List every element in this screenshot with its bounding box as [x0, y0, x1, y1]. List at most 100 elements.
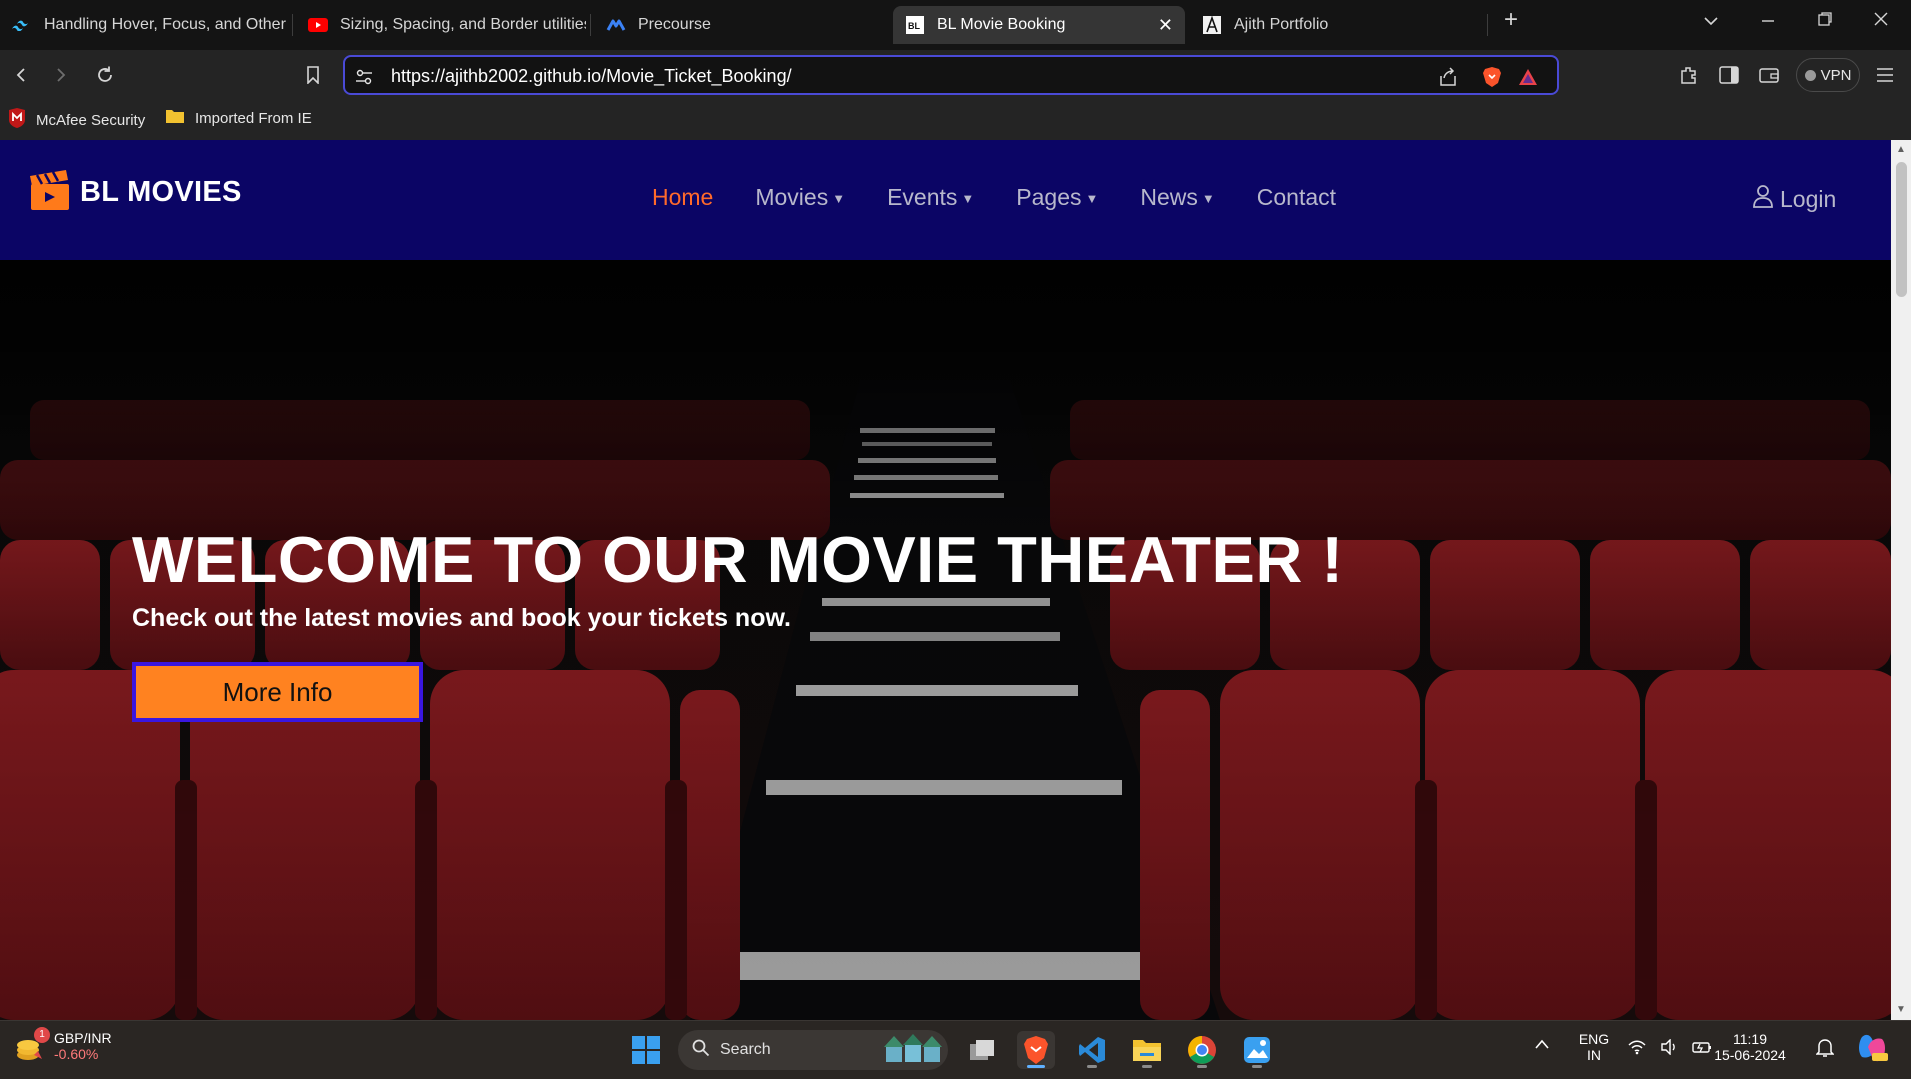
share-icon[interactable]	[1437, 66, 1459, 88]
bookmark-imported-from-ie[interactable]: Imported From IE	[165, 108, 312, 128]
nav-events[interactable]: Events ▼	[887, 184, 974, 211]
close-window-icon[interactable]	[1866, 10, 1896, 31]
reload-icon[interactable]	[92, 62, 118, 88]
tab-title: BL Movie Booking	[937, 16, 1066, 33]
nav-label: Contact	[1256, 184, 1337, 210]
brand-logo[interactable]: BL MOVIES	[28, 168, 242, 217]
taskbar-photos[interactable]	[1238, 1031, 1276, 1069]
task-view-icon	[970, 1040, 994, 1060]
clock[interactable]: 11:19 15-06-2024	[1704, 1031, 1796, 1063]
theater-background-image	[0, 260, 1891, 1020]
minimize-icon[interactable]	[1753, 10, 1783, 31]
taskbar-search[interactable]: Search	[678, 1030, 948, 1070]
nav-movies[interactable]: Movies ▼	[755, 184, 845, 211]
search-highlight-icon	[884, 1032, 942, 1069]
taskbar-file-explorer[interactable]	[1128, 1031, 1166, 1069]
running-indicator	[1027, 1065, 1045, 1068]
menu-icon[interactable]	[1872, 62, 1898, 88]
bookmarks-bar: McAfee Security Imported From IE	[0, 100, 1911, 140]
bookmark-icon[interactable]	[300, 62, 326, 88]
address-bar[interactable]: https://ajithb2002.github.io/Movie_Ticke…	[343, 55, 1559, 95]
brave-icon	[1024, 1036, 1048, 1064]
brave-shields-icon[interactable]	[1481, 66, 1503, 88]
bookmark-label: Imported From IE	[195, 109, 312, 127]
taskbar-vscode[interactable]	[1073, 1031, 1111, 1069]
tailwind-icon	[12, 15, 32, 35]
tab-title: Precourse	[638, 16, 711, 33]
url-text: https://ajithb2002.github.io/Movie_Ticke…	[391, 66, 792, 86]
tab-ajith-portfolio[interactable]: Ajith Portfolio	[1190, 6, 1480, 44]
scroll-down-icon[interactable]: ▼	[1895, 1004, 1907, 1016]
main-nav: Home Movies ▼ Events ▼ Pages ▼ News ▼ Co…	[652, 184, 1336, 211]
back-icon[interactable]	[8, 62, 34, 88]
nav-home[interactable]: Home	[652, 184, 713, 211]
scroll-up-icon[interactable]: ▲	[1895, 144, 1907, 156]
lang-line-2: IN	[1587, 1047, 1601, 1063]
vscode-icon	[1079, 1037, 1105, 1063]
site-navbar: BL MOVIES Home Movies ▼ Events ▼ Pages ▼	[0, 140, 1891, 260]
page-scrollbar[interactable]: ▲ ▼	[1891, 140, 1911, 1020]
close-tab-icon[interactable]: ✕	[1158, 15, 1173, 36]
taskbar-brave[interactable]	[1017, 1031, 1055, 1069]
hero-section: WELCOME TO OUR MOVIE THEATER ! Check out…	[0, 260, 1891, 1020]
vpn-label: VPN	[1820, 66, 1852, 84]
tab-precourse[interactable]: Precourse	[594, 6, 884, 44]
nav-news[interactable]: News ▼	[1140, 184, 1214, 211]
currency-widget[interactable]: 1 GBP/INR -0.60%	[14, 1027, 112, 1063]
vpn-button[interactable]: VPN	[1796, 58, 1860, 92]
scroll-thumb[interactable]	[1896, 162, 1907, 297]
site-settings-icon[interactable]	[353, 66, 375, 88]
running-indicator	[1197, 1065, 1207, 1068]
task-view-button[interactable]	[963, 1031, 1001, 1069]
brave-rewards-icon[interactable]	[1517, 66, 1539, 88]
system-tray-status[interactable]	[1628, 1039, 1712, 1055]
tab-title: Ajith Portfolio	[1234, 16, 1329, 33]
hero-title: WELCOME TO OUR MOVIE THEATER !	[132, 523, 1344, 596]
tab-divider	[292, 14, 293, 36]
tab-sizing-spacing[interactable]: Sizing, Spacing, and Border utilities T	[296, 6, 586, 44]
tab-handling-hover[interactable]: Handling Hover, Focus, and Other St	[0, 6, 290, 44]
start-button[interactable]	[627, 1031, 665, 1069]
running-indicator	[1142, 1065, 1152, 1068]
copilot-button[interactable]	[1856, 1033, 1888, 1066]
page-viewport: BL MOVIES Home Movies ▼ Events ▼ Pages ▼	[0, 140, 1911, 1020]
more-info-button[interactable]: More Info	[132, 662, 423, 722]
browser-tab-strip: Handling Hover, Focus, and Other St Sizi…	[0, 0, 1911, 50]
nav-label: Movies	[755, 184, 829, 210]
login-link[interactable]: Login	[1752, 184, 1836, 214]
new-tab-icon[interactable]: +	[1496, 6, 1526, 34]
hero-subtitle: Check out the latest movies and book you…	[132, 604, 791, 632]
bookmark-mcafee[interactable]: McAfee Security	[8, 108, 145, 132]
volume-icon	[1661, 1039, 1675, 1055]
clapperboard-icon	[28, 168, 72, 217]
search-icon	[692, 1039, 710, 1062]
nav-label: Pages	[1016, 184, 1082, 210]
precourse-icon	[606, 15, 626, 35]
taskbar-chrome[interactable]	[1183, 1031, 1221, 1069]
clock-date: 15-06-2024	[1714, 1047, 1786, 1063]
tab-bl-movie-booking[interactable]: BL BL Movie Booking ✕	[893, 6, 1185, 44]
bell-icon	[1815, 1039, 1835, 1057]
sidebar-icon[interactable]	[1716, 62, 1742, 88]
login-label: Login	[1780, 185, 1837, 212]
restore-icon[interactable]	[1810, 10, 1840, 31]
running-indicator	[1087, 1065, 1097, 1068]
chevron-up-icon	[1535, 1039, 1549, 1049]
notifications-button[interactable]	[1815, 1038, 1835, 1061]
nav-pages[interactable]: Pages ▼	[1016, 184, 1098, 211]
forward-icon[interactable]	[48, 62, 74, 88]
caret-down-icon: ▼	[961, 191, 975, 206]
language-indicator[interactable]: ENG IN	[1574, 1031, 1614, 1063]
running-indicator	[1252, 1065, 1262, 1068]
mcafee-icon	[8, 108, 26, 132]
browser-toolbar: https://ajithb2002.github.io/Movie_Ticke…	[0, 50, 1911, 100]
wallet-icon[interactable]	[1756, 62, 1782, 88]
extensions-icon[interactable]	[1676, 62, 1702, 88]
search-placeholder: Search	[720, 1041, 771, 1058]
windows-icon	[632, 1036, 660, 1064]
chevron-down-icon[interactable]	[1696, 10, 1726, 31]
caret-down-icon: ▼	[1201, 191, 1215, 206]
folder-icon	[1133, 1040, 1161, 1061]
show-hidden-icons[interactable]	[1534, 1037, 1550, 1053]
nav-contact[interactable]: Contact	[1257, 184, 1336, 211]
